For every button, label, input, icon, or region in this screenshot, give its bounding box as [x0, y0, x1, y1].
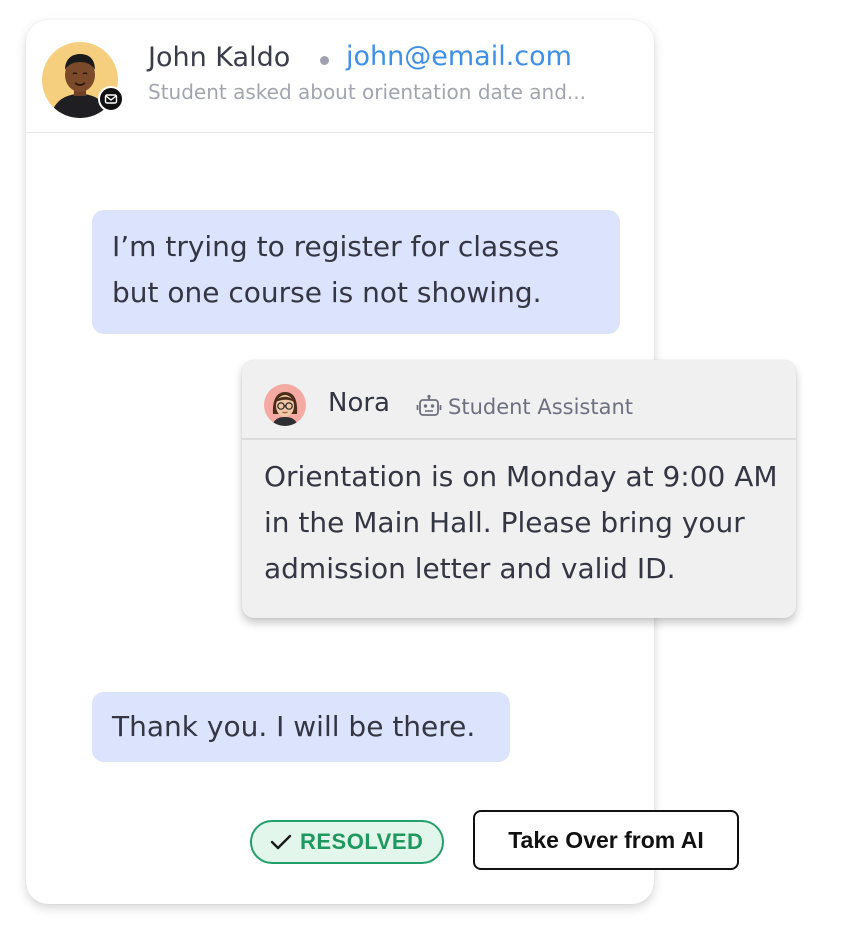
stage: John Kaldo john@email.com Student asked …	[0, 0, 842, 946]
assistant-avatar	[264, 384, 306, 426]
mail-icon	[98, 86, 124, 112]
assistant-message: Orientation is on Monday at 9:00 AM in t…	[264, 460, 778, 585]
take-over-label: Take Over from AI	[508, 826, 704, 853]
separator-dot	[320, 56, 329, 65]
assistant-header: Nora Student Assistant	[242, 360, 796, 440]
contact-email-link[interactable]: john@email.com	[346, 41, 572, 72]
check-icon	[270, 834, 292, 850]
assistant-message-card: Nora Student Assistant Orientation is on…	[242, 360, 796, 618]
user-message: Thank you. I will be there.	[92, 692, 510, 762]
assistant-name: Nora	[328, 388, 390, 418]
status-label: RESOLVED	[300, 829, 424, 854]
user-message: I’m trying to register for classes but o…	[92, 210, 620, 334]
contact-name: John Kaldo	[148, 42, 291, 73]
robot-icon	[416, 394, 442, 416]
assistant-role: Student Assistant	[448, 395, 634, 419]
take-over-button[interactable]: Take Over from AI	[473, 810, 739, 870]
status-badge: RESOLVED	[250, 820, 444, 864]
conversation-header: John Kaldo john@email.com Student asked …	[26, 20, 654, 133]
conversation-summary: Student asked about orientation date and…	[148, 80, 586, 104]
